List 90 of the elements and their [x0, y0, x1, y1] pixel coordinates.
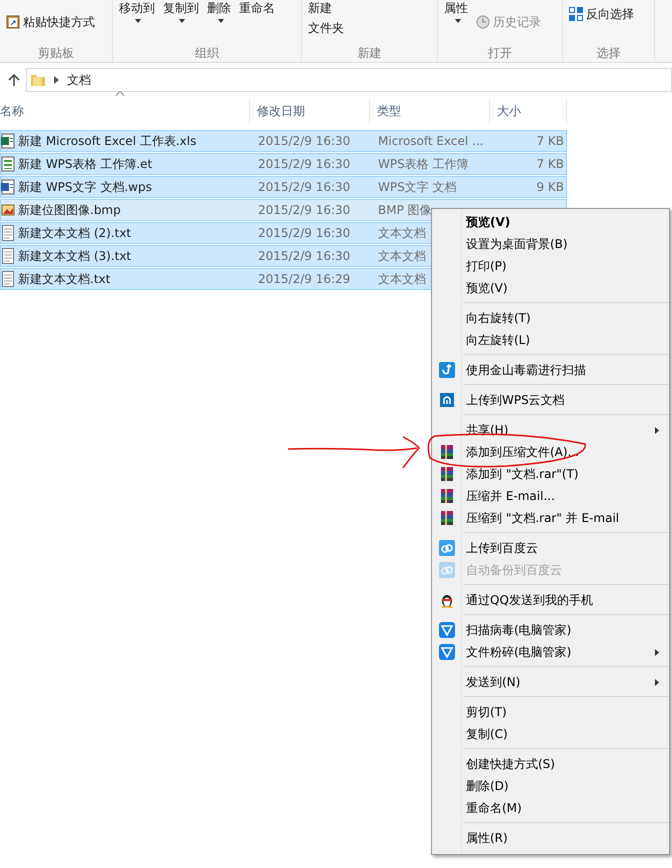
- file-row[interactable]: 新建 WPS文字 文档.wps 2015/2/9 16:30 WPS文字 文档 9 KB: [0, 176, 567, 198]
- document-file-icon: [1, 179, 15, 195]
- menu-item[interactable]: 重命名(M): [432, 797, 669, 819]
- menu-item[interactable]: 向左旋转(L): [432, 329, 669, 351]
- menu-item[interactable]: 复制(C): [432, 723, 669, 745]
- menu-item[interactable]: 扫描病毒(电脑管家): [432, 619, 669, 641]
- menu-item[interactable]: 添加到压缩文件(A)...: [432, 441, 669, 463]
- file-name: 新建文本文档 (3).txt: [18, 248, 132, 264]
- image-file-icon: [1, 202, 15, 218]
- file-size: 9 KB: [535, 180, 565, 194]
- file-size: 7 KB: [535, 134, 565, 148]
- group-label: 新建: [356, 45, 382, 62]
- file-name: 新建位图图像.bmp: [18, 202, 121, 218]
- path-text[interactable]: 文档: [67, 72, 91, 88]
- up-arrow-icon[interactable]: [8, 74, 20, 86]
- modified-date: 2015/2/9 16:30: [257, 203, 352, 217]
- ribbon-button[interactable]: 粘贴快捷方式: [6, 14, 95, 30]
- ribbon-button[interactable]: 删除: [207, 0, 231, 16]
- menu-item[interactable]: 压缩并 E-mail...: [432, 485, 669, 507]
- menu-item[interactable]: 删除(D): [432, 775, 669, 797]
- file-name: 新建 WPS文字 文档.wps: [18, 178, 152, 196]
- group-label: 组织: [194, 45, 220, 62]
- cloud-upload-icon: [439, 392, 455, 408]
- address-bar[interactable]: 文档: [26, 68, 672, 92]
- scan-icon: [439, 362, 455, 378]
- modified-date: 2015/2/9 16:30: [257, 134, 352, 148]
- ribbon-button[interactable]: 重命名: [239, 0, 275, 16]
- ribbon-button[interactable]: 属性: [444, 0, 468, 16]
- ribbon-button[interactable]: 文件夹: [308, 20, 431, 36]
- column-header[interactable]: 名称: [0, 99, 250, 123]
- books-stack-icon: [439, 444, 455, 460]
- modified-date: 2015/2/9 16:30: [257, 249, 352, 263]
- file-size: 7 KB: [535, 157, 565, 171]
- penguin-icon: [439, 592, 455, 608]
- menu-item[interactable]: 属性(R): [432, 827, 669, 849]
- menu-item[interactable]: 创建快捷方式(S): [432, 753, 669, 775]
- text-file-icon: [1, 225, 15, 241]
- text-file-icon: [1, 248, 15, 264]
- clock-icon: [476, 15, 490, 29]
- books-stack-icon: [439, 510, 455, 526]
- modified-date: 2015/2/9 16:30: [257, 180, 352, 194]
- file-row[interactable]: 新建 Microsoft Excel 工作表.xls 2015/2/9 16:30 Microsoft Excel ... 7 KB: [0, 130, 567, 152]
- shortcut-icon: [6, 15, 20, 29]
- menu-item[interactable]: 通过QQ发送到我的手机: [432, 589, 669, 611]
- group-label: 打开: [487, 45, 513, 62]
- spreadsheet-file-icon: [1, 156, 15, 172]
- column-header[interactable]: 类型: [370, 99, 490, 123]
- menu-item[interactable]: 剪切(T): [432, 701, 669, 723]
- column-header[interactable]: 大小: [490, 99, 567, 123]
- menu-item[interactable]: 添加到 "文档.rar"(T): [432, 463, 669, 485]
- books-stack-icon: [439, 488, 455, 504]
- file-type: 文本文档: [377, 270, 427, 288]
- folder-icon: [30, 72, 46, 88]
- file-name: 新建文本文档 (2).txt: [18, 224, 132, 242]
- file-row[interactable]: 新建 WPS表格 工作簿.et 2015/2/9 16:30 WPS表格 工作簿 7 KB: [0, 153, 567, 175]
- modified-date: 2015/2/9 16:29: [257, 272, 352, 286]
- menu-item[interactable]: 发送到(N): [432, 671, 669, 693]
- menu-item[interactable]: 压缩到 "文档.rar" 并 E-mail: [432, 507, 669, 529]
- column-header[interactable]: 修改日期: [250, 99, 370, 123]
- menu-item[interactable]: 上传到百度云: [432, 537, 669, 559]
- books-stack-icon: [439, 466, 455, 482]
- group-label: 剪贴板: [37, 45, 75, 62]
- file-name: 新建 WPS表格 工作簿.et: [18, 156, 152, 172]
- modified-date: 2015/2/9 16:30: [257, 226, 352, 240]
- grid-icon: [569, 7, 583, 21]
- spreadsheet-file-icon: [1, 133, 15, 149]
- menu-item[interactable]: 使用金山毒霸进行扫描: [432, 359, 669, 381]
- chevron-icon: [54, 76, 59, 84]
- file-type: Microsoft Excel ...: [377, 134, 484, 148]
- cloud-icon: [439, 562, 455, 578]
- file-name: 新建 Microsoft Excel 工作表.xls: [18, 132, 196, 150]
- menu-item[interactable]: 上传到WPS云文档: [432, 389, 669, 411]
- text-file-icon: [1, 271, 15, 287]
- file-type: 文本文档: [377, 224, 427, 242]
- ribbon-button[interactable]: 复制到: [163, 0, 199, 16]
- cloud-icon: [439, 540, 455, 556]
- file-type: WPS文字 文档: [377, 178, 458, 196]
- group-label: 选择: [596, 45, 622, 62]
- ribbon-button[interactable]: 移动到: [119, 0, 155, 16]
- shield-icon: [439, 644, 455, 660]
- menu-item[interactable]: 文件粉碎(电脑管家): [432, 641, 669, 663]
- shield-icon: [439, 622, 455, 638]
- modified-date: 2015/2/9 16:30: [257, 157, 352, 171]
- ribbon-button[interactable]: 新建: [308, 0, 431, 16]
- menu-item[interactable]: 向右旋转(T): [432, 307, 669, 329]
- file-type: WPS表格 工作簿: [377, 156, 470, 172]
- ribbon-button[interactable]: 反向选择: [569, 6, 634, 22]
- file-name: 新建文本文档.txt: [18, 270, 110, 288]
- file-type: 文本文档: [377, 248, 427, 264]
- file-type: BMP 图像: [377, 202, 433, 218]
